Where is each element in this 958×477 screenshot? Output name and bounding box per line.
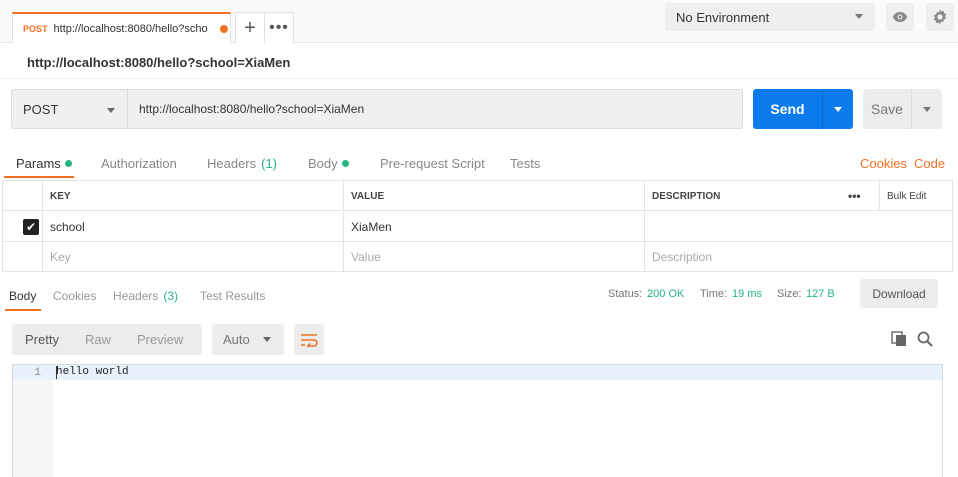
param-value-field[interactable]: XiaMen	[343, 212, 644, 242]
request-tab[interactable]: POST http://localhost:8080/hello?scho	[12, 12, 231, 43]
search-icon[interactable]	[917, 331, 933, 347]
tab-authorization-label: Authorization	[101, 156, 177, 171]
view-mode-group: Pretty Raw Preview	[12, 324, 202, 355]
tab-params-label: Params	[16, 156, 61, 171]
active-tab-indicator	[4, 176, 74, 178]
bulk-edit-button[interactable]: Bulk Edit	[879, 181, 952, 211]
tab-body[interactable]: Body	[308, 156, 349, 171]
param-enabled-checkbox[interactable]: ✔	[23, 219, 39, 235]
more-icon[interactable]: •••	[841, 181, 879, 211]
time-label: Time:	[700, 288, 728, 300]
param-description-field[interactable]	[644, 212, 952, 242]
response-tab-headers-count: (3)	[163, 289, 179, 303]
response-tab-body-label: Body	[9, 289, 37, 303]
new-key-field[interactable]: Key	[42, 242, 343, 272]
code-line: hello world	[56, 366, 129, 378]
response-tab-headers-label: Headers	[113, 289, 159, 303]
tab-headers-label: Headers	[207, 156, 257, 171]
environment-select[interactable]: No Environment	[665, 3, 875, 31]
save-button[interactable]: Save	[863, 89, 911, 129]
table-header-row: KEY VALUE DESCRIPTION ••• Bulk Edit	[3, 181, 952, 211]
line-number: 1	[34, 367, 41, 379]
code-link[interactable]: Code	[914, 156, 945, 171]
response-body-editor[interactable]: 1 hello world	[12, 364, 943, 477]
more-tabs-button[interactable]: •••	[264, 12, 294, 43]
view-mode-pretty[interactable]: Pretty	[12, 332, 72, 347]
tab-tests-label: Tests	[510, 156, 541, 171]
copy-icon[interactable]	[891, 331, 907, 347]
key-column-header: KEY	[42, 181, 343, 211]
time-value[interactable]: 19 ms	[732, 288, 762, 300]
response-tab-cookies-label: Cookies	[53, 289, 97, 303]
more-icon: •••	[269, 19, 289, 36]
status-dot-icon	[341, 160, 349, 167]
new-tab-button[interactable]: +	[235, 12, 265, 43]
environment-quick-look-button[interactable]	[886, 3, 914, 31]
tab-body-label: Body	[308, 156, 338, 171]
tab-params[interactable]: Params	[16, 156, 72, 171]
param-key-field[interactable]: school	[42, 212, 343, 242]
params-table: KEY VALUE DESCRIPTION ••• Bulk Edit ✔ sc…	[2, 180, 953, 272]
tab-headers-count: (1)	[261, 156, 278, 171]
eye-icon	[893, 12, 907, 22]
chevron-down-icon	[855, 14, 863, 19]
http-method-select[interactable]: POST	[11, 89, 127, 129]
active-line-highlight	[13, 365, 942, 380]
chevron-down-icon	[263, 337, 271, 342]
manage-environments-button[interactable]	[926, 3, 954, 31]
line-number-gutter	[13, 365, 53, 477]
wrap-lines-button[interactable]	[294, 324, 324, 355]
save-options-button[interactable]	[911, 89, 942, 129]
response-tab-cookies[interactable]: Cookies	[53, 289, 96, 303]
response-tab-test-results-label: Test Results	[200, 289, 266, 303]
format-select-value: Auto	[223, 332, 250, 347]
send-options-button[interactable]	[822, 89, 853, 129]
active-tab-indicator	[5, 309, 41, 311]
text-cursor	[56, 366, 57, 379]
description-column-header: DESCRIPTION	[644, 181, 841, 211]
download-button[interactable]: Download	[860, 279, 938, 308]
status-label: Status:	[608, 288, 643, 300]
check-icon: ✔	[25, 220, 37, 234]
status-value[interactable]: 200 OK	[647, 288, 684, 300]
tab-pre-request-script[interactable]: Pre-request Script	[380, 156, 485, 171]
chevron-down-icon	[107, 108, 115, 113]
divider	[0, 78, 958, 79]
table-row-new: Key Value Description	[3, 242, 952, 272]
response-tab-body[interactable]: Body	[9, 289, 36, 303]
environment-select-value: No Environment	[676, 9, 770, 25]
wrap-lines-icon	[301, 333, 318, 347]
tab-headers[interactable]: Headers (1)	[207, 156, 277, 171]
plus-icon: +	[244, 16, 256, 39]
request-tab-title: http://localhost:8080/hello?scho	[53, 22, 208, 35]
request-name: http://localhost:8080/hello?school=XiaMe…	[27, 55, 291, 70]
response-tab-test-results[interactable]: Test Results	[200, 289, 265, 303]
view-mode-raw[interactable]: Raw	[72, 332, 124, 347]
new-value-field[interactable]: Value	[343, 242, 644, 272]
gear-icon	[933, 9, 947, 25]
cookies-link[interactable]: Cookies	[860, 156, 907, 171]
view-mode-preview[interactable]: Preview	[124, 332, 196, 347]
http-method-value: POST	[23, 101, 59, 117]
unsaved-dot-icon	[219, 24, 228, 33]
tab-tests[interactable]: Tests	[510, 156, 540, 171]
format-select[interactable]: Auto	[212, 324, 284, 355]
status-dot-icon	[64, 160, 72, 167]
new-description-field[interactable]: Description	[644, 242, 952, 272]
size-label: Size:	[777, 288, 802, 300]
send-button[interactable]: Send	[753, 89, 822, 129]
table-row: ✔ school XiaMen	[3, 212, 952, 242]
tab-authorization[interactable]: Authorization	[101, 156, 177, 171]
size-value[interactable]: 127 B	[806, 288, 835, 300]
value-column-header: VALUE	[343, 181, 644, 211]
response-tab-headers[interactable]: Headers (3)	[113, 289, 178, 303]
url-input[interactable]	[127, 89, 743, 129]
tab-pre-request-script-label: Pre-request Script	[380, 156, 485, 171]
request-tab-method: POST	[23, 23, 48, 34]
